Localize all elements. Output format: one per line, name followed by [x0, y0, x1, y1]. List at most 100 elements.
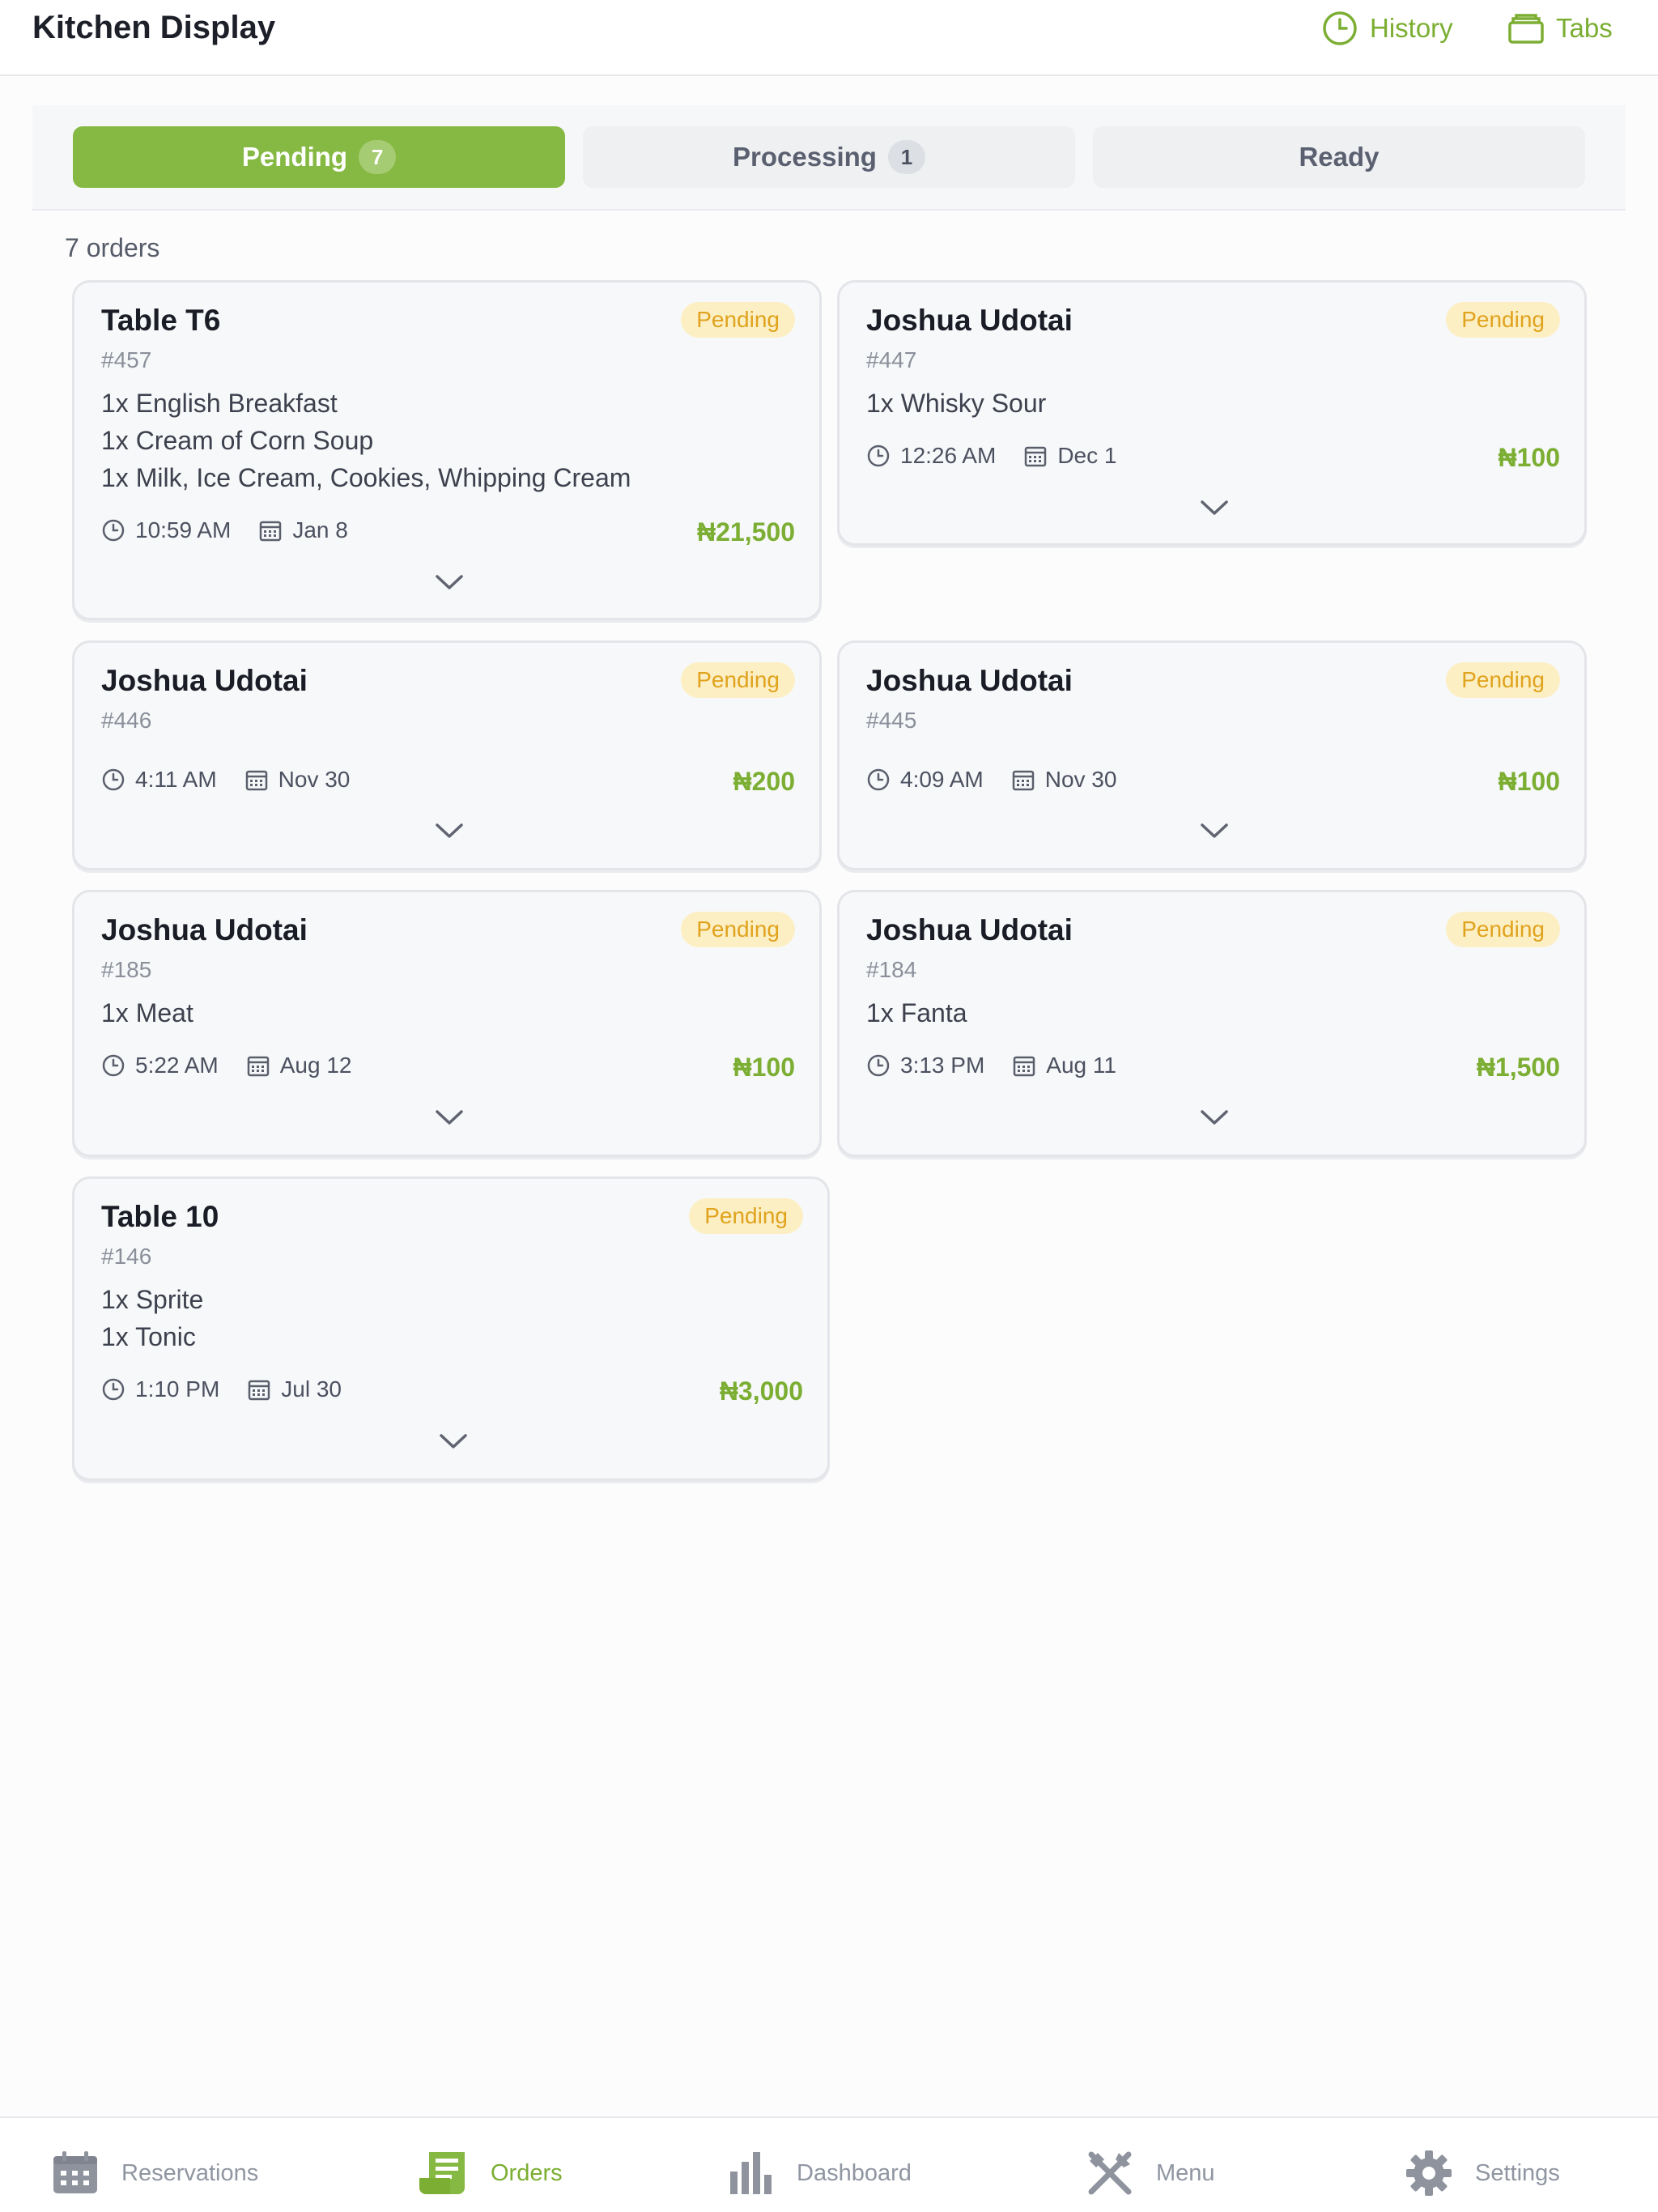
order-items: 1x English Breakfast 1x Cream of Corn So… [101, 385, 631, 496]
tab-count-badge: 7 [359, 140, 397, 174]
tab-count-badge: 1 [887, 140, 925, 174]
order-title: Joshua Udotai [866, 304, 1073, 337]
app-title: Kitchen Display [32, 10, 276, 45]
order-time: 3:13 PM [900, 1053, 985, 1078]
bottom-nav: Reservations Orders Dashboard Menu Setti… [0, 2116, 1658, 2212]
order-total: ₦3,000 [719, 1376, 803, 1406]
clock-icon [102, 768, 125, 791]
nav-item-menu[interactable]: Menu [1086, 2149, 1215, 2197]
order-item: 1x Tonic [101, 1322, 196, 1351]
calendar-icon [53, 2151, 97, 2193]
order-item: 1x Meat [101, 998, 193, 1027]
order-meta: 4:09 AM Nov 30 [866, 767, 1116, 793]
nav-label: Reservations [121, 2159, 259, 2186]
order-time: 12:26 AM [900, 443, 997, 468]
order-total: ₦21,500 [697, 517, 795, 547]
calendar-icon [260, 521, 282, 542]
order-date: Nov 30 [278, 767, 351, 792]
order-id: #446 [101, 708, 152, 733]
chevron-down-icon[interactable] [436, 1430, 470, 1453]
order-title: Joshua Udotai [866, 913, 1073, 946]
chevron-down-icon[interactable] [1197, 1106, 1231, 1129]
clock-icon [102, 519, 125, 542]
order-card[interactable]: Joshua Udotai Pending #185 1x Meat 5:22 … [72, 890, 822, 1157]
order-meta: 1:10 PM Jul 30 [101, 1376, 342, 1402]
order-title: Joshua Udotai [101, 913, 308, 946]
tab-processing[interactable]: Processing 1 [583, 126, 1075, 188]
calendar-icon [1014, 1056, 1035, 1077]
nav-item-reservations[interactable]: Reservations [52, 2149, 258, 2197]
chevron-down-icon[interactable] [432, 819, 466, 842]
nav-label: Orders [491, 2159, 563, 2186]
order-date: Aug 11 [1046, 1053, 1116, 1078]
clock-icon [1323, 11, 1357, 45]
nav-item-orders[interactable]: Orders [418, 2149, 563, 2197]
order-total: ₦1,500 [1476, 1053, 1560, 1082]
clock-icon [102, 1378, 125, 1401]
chevron-down-icon[interactable] [1197, 496, 1231, 519]
order-id: #146 [101, 1244, 152, 1269]
order-id: #445 [866, 708, 917, 733]
order-title: Joshua Udotai [101, 664, 308, 697]
tabs-button[interactable]: Tabs [1507, 8, 1613, 49]
order-id: #447 [866, 347, 917, 372]
order-items: 1x Whisky Sour [866, 385, 1046, 422]
calendar-icon [1025, 446, 1047, 467]
order-item: 1x Cream of Corn Soup [101, 426, 374, 455]
chevron-down-icon[interactable] [432, 1106, 466, 1129]
order-items: 1x Meat [101, 994, 193, 1032]
status-badge: Pending [681, 302, 795, 338]
order-meta: 12:26 AM Dec 1 [866, 443, 1116, 469]
order-total: ₦100 [1498, 767, 1561, 796]
tab-pending[interactable]: Pending 7 [73, 126, 565, 188]
order-card[interactable]: Joshua Udotai Pending #446 4:11 AM Nov 3… [72, 640, 822, 870]
tab-label: Processing [733, 142, 877, 172]
order-items: 1x Sprite 1x Tonic [101, 1281, 203, 1355]
order-date: Aug 12 [279, 1053, 352, 1078]
status-badge: Pending [1446, 302, 1560, 338]
nav-item-settings[interactable]: Settings [1405, 2149, 1560, 2197]
order-card[interactable]: Joshua Udotai Pending #184 1x Fanta 3:13… [837, 890, 1587, 1157]
clock-icon [867, 445, 890, 467]
tab-label: Ready [1299, 142, 1380, 172]
history-label: History [1370, 13, 1453, 43]
order-card[interactable]: Table 10 Pending #146 1x Sprite 1x Tonic… [72, 1176, 830, 1481]
order-id: #184 [866, 957, 917, 982]
order-meta: 4:11 AM Nov 30 [101, 767, 350, 793]
order-item: 1x English Breakfast [101, 389, 338, 418]
order-title: Table T6 [101, 304, 221, 337]
calendar-icon [1012, 770, 1034, 791]
order-date: Dec 1 [1057, 443, 1117, 468]
tab-label: Pending [241, 142, 348, 172]
order-date: Jan 8 [292, 517, 348, 542]
status-tabs: Pending 7 Processing 1 Ready [32, 105, 1626, 211]
nav-item-dashboard[interactable]: Dashboard [729, 2149, 912, 2197]
order-meta: 3:13 PM Aug 11 [866, 1053, 1116, 1078]
order-count: 7 orders [65, 233, 160, 262]
nav-label: Dashboard [797, 2159, 912, 2186]
tabs-icon [1508, 14, 1544, 44]
nav-label: Settings [1475, 2159, 1560, 2186]
chevron-down-icon[interactable] [1197, 819, 1231, 842]
calendar-icon [249, 1380, 270, 1401]
calendar-icon [247, 1056, 269, 1077]
receipt-icon [419, 2152, 465, 2194]
order-total: ₦200 [733, 767, 796, 796]
order-time: 4:09 AM [900, 767, 984, 792]
order-date: Nov 30 [1044, 767, 1117, 792]
order-item: 1x Milk, Ice Cream, Cookies, Whipping Cr… [101, 463, 631, 492]
order-id: #457 [101, 347, 152, 372]
history-button[interactable]: History [1321, 8, 1453, 49]
order-title: Table 10 [101, 1200, 219, 1233]
chevron-down-icon[interactable] [432, 571, 466, 593]
tab-ready[interactable]: Ready [1093, 126, 1585, 188]
order-total: ₦100 [1498, 443, 1561, 472]
order-card[interactable]: Joshua Udotai Pending #445 4:09 AM Nov 3… [837, 640, 1587, 870]
order-card[interactable]: Joshua Udotai Pending #447 1x Whisky Sou… [837, 280, 1587, 546]
status-badge: Pending [689, 1198, 803, 1234]
clock-icon [867, 768, 890, 791]
status-badge: Pending [1446, 662, 1560, 698]
order-card[interactable]: Table T6 Pending #457 1x English Breakfa… [72, 280, 822, 620]
top-header: Kitchen Display History Tabs [0, 0, 1658, 76]
order-time: 10:59 AM [135, 517, 232, 542]
